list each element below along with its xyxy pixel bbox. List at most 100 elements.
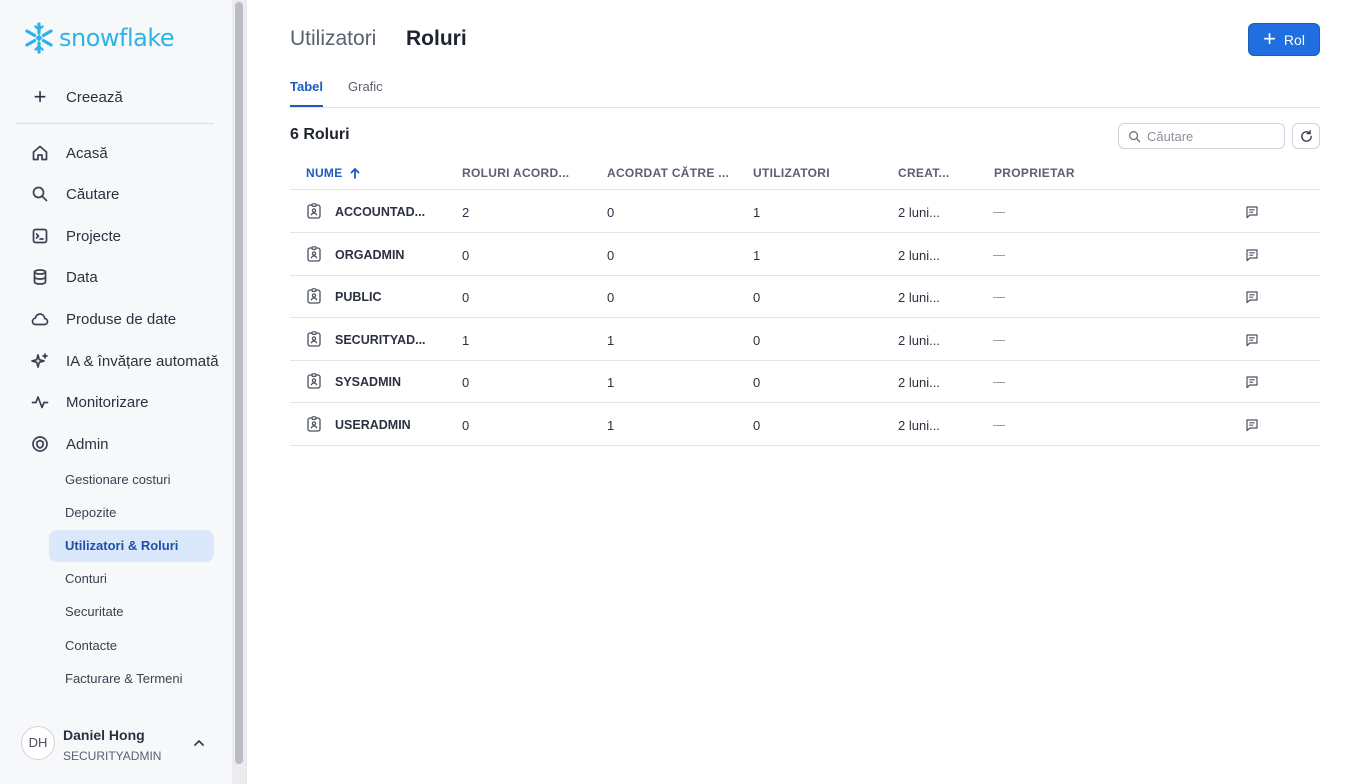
sidebar-item-label: Projecte bbox=[66, 227, 122, 245]
sidebar-item-monitoring[interactable]: Monitorizare bbox=[30, 390, 149, 414]
role-badge-icon bbox=[307, 330, 321, 347]
scrollbar-thumb[interactable] bbox=[235, 2, 243, 764]
sidebar-item-home[interactable]: Acasă bbox=[30, 141, 108, 165]
chevron-up-icon[interactable] bbox=[192, 736, 206, 750]
add-role-button[interactable]: + Rol bbox=[1248, 23, 1320, 56]
tab-table[interactable]: Tabel bbox=[290, 79, 323, 107]
column-header-granted-roles[interactable]: ROLURI ACORD... bbox=[462, 166, 569, 180]
role-name[interactable]: ACCOUNTAD... bbox=[335, 205, 425, 219]
users-count: 1 bbox=[753, 247, 761, 263]
sidebar-subitem-billing-terms[interactable]: Facturare & Termeni bbox=[49, 663, 214, 695]
user-name: Daniel Hong bbox=[63, 727, 145, 743]
granted-to-count: 1 bbox=[607, 375, 615, 390]
users-count: 0 bbox=[753, 417, 761, 433]
projects-icon bbox=[32, 228, 48, 244]
column-header-users[interactable]: UTILIZATORI bbox=[753, 166, 830, 180]
role-name[interactable]: SECURITYAD... bbox=[335, 333, 426, 347]
owner-empty-dash bbox=[993, 339, 1005, 341]
sidebar-item-search[interactable]: Căutare bbox=[30, 182, 119, 206]
table-row[interactable]: ACCOUNTAD... 2 0 1 2 luni... bbox=[290, 191, 1320, 233]
table-row[interactable]: ORGADMIN 0 0 1 2 luni... bbox=[290, 234, 1320, 276]
user-menu[interactable]: DH Daniel Hong SECURITYADMIN bbox=[21, 726, 221, 766]
tab-roles-title[interactable]: Roluri bbox=[406, 27, 467, 51]
sort-ascending-icon bbox=[350, 168, 359, 179]
activity-icon bbox=[31, 396, 49, 409]
sidebar-item-label: Data bbox=[66, 268, 98, 286]
role-name[interactable]: USERADMIN bbox=[335, 418, 411, 432]
comment-icon[interactable] bbox=[1245, 375, 1259, 389]
sidebar-item-label: Monitorizare bbox=[66, 393, 149, 411]
tabs-divider bbox=[290, 107, 1320, 108]
table-row[interactable]: SECURITYAD... 1 1 0 2 luni... bbox=[290, 319, 1320, 361]
search-input[interactable] bbox=[1147, 128, 1277, 144]
tab-users-title[interactable]: Utilizatori bbox=[290, 27, 376, 51]
sidebar: snowflake + Creează Acasă Căutare Projec… bbox=[0, 0, 232, 784]
owner-empty-dash bbox=[993, 382, 1005, 383]
sidebar-item-admin[interactable]: Admin bbox=[30, 432, 109, 456]
granted-to-count: 0 bbox=[607, 290, 615, 305]
brand-name: snowflake bbox=[59, 24, 175, 52]
created-date: 2 luni... bbox=[898, 247, 940, 263]
sidebar-item-label: Acasă bbox=[66, 144, 108, 162]
snowflake-logo[interactable]: snowflake bbox=[22, 21, 175, 55]
table-row[interactable]: PUBLIC 0 0 0 2 luni... bbox=[290, 276, 1320, 318]
role-badge-icon bbox=[307, 203, 321, 219]
granted-roles-count: 0 bbox=[462, 375, 470, 390]
comment-icon[interactable] bbox=[1245, 205, 1259, 219]
column-header-name[interactable]: NUME bbox=[306, 166, 361, 180]
sidebar-subitem-users-roles[interactable]: Utilizatori & Roluri bbox=[49, 530, 214, 562]
sidebar-subitem-contacts[interactable]: Contacte bbox=[49, 630, 214, 662]
sidebar-subitem-security[interactable]: Securitate bbox=[49, 596, 214, 628]
table-row[interactable]: USERADMIN 0 1 0 2 luni... bbox=[290, 404, 1320, 446]
granted-to-count: 0 bbox=[607, 247, 615, 263]
comment-icon[interactable] bbox=[1245, 418, 1259, 432]
role-badge-icon bbox=[307, 373, 321, 389]
create-label: Creează bbox=[66, 88, 123, 106]
shield-icon bbox=[32, 436, 48, 452]
sidebar-item-data-products[interactable]: Produse de date bbox=[30, 307, 176, 331]
search-field[interactable] bbox=[1118, 123, 1285, 149]
granted-roles-count: 0 bbox=[462, 290, 470, 305]
role-name[interactable]: PUBLIC bbox=[335, 290, 382, 304]
role-name[interactable]: ORGADMIN bbox=[335, 248, 404, 262]
column-header-owner[interactable]: PROPRIETAR bbox=[994, 166, 1075, 180]
owner-empty-dash bbox=[993, 212, 1005, 213]
owner-empty-dash bbox=[993, 297, 1005, 298]
plus-icon: + bbox=[33, 84, 47, 109]
sidebar-item-data[interactable]: Data bbox=[30, 265, 98, 289]
create-button[interactable]: + Creează bbox=[30, 84, 123, 110]
comment-icon[interactable] bbox=[1245, 290, 1259, 304]
database-icon bbox=[33, 269, 47, 285]
granted-to-count: 1 bbox=[607, 417, 615, 433]
sidebar-subitem-warehouses[interactable]: Depozite bbox=[49, 497, 214, 529]
sidebar-scrollbar[interactable] bbox=[232, 0, 246, 784]
search-icon bbox=[32, 186, 48, 202]
search-icon bbox=[1129, 130, 1141, 142]
owner-empty-dash bbox=[993, 424, 1005, 426]
refresh-button[interactable] bbox=[1292, 123, 1320, 149]
sidebar-item-label: Căutare bbox=[66, 185, 120, 203]
table-row[interactable]: SYSADMIN 0 1 0 2 luni... bbox=[290, 361, 1320, 403]
roles-count: 6 Roluri bbox=[290, 126, 350, 143]
sidebar-subitem-accounts[interactable]: Conturi bbox=[49, 563, 214, 595]
column-header-created[interactable]: CREAT... bbox=[898, 166, 950, 180]
created-date: 2 luni... bbox=[898, 205, 940, 220]
comment-icon[interactable] bbox=[1245, 333, 1259, 347]
sidebar-item-ai-ml[interactable]: IA & învățare automată bbox=[30, 349, 219, 373]
tab-graph[interactable]: Grafic bbox=[348, 79, 383, 107]
role-name[interactable]: SYSADMIN bbox=[335, 375, 401, 389]
comment-icon[interactable] bbox=[1245, 248, 1259, 262]
granted-to-count: 0 bbox=[607, 205, 615, 220]
add-role-label: Rol bbox=[1283, 31, 1305, 48]
home-icon bbox=[32, 145, 48, 161]
column-header-label: NUME bbox=[306, 166, 343, 180]
column-header-granted-to[interactable]: ACORDAT CĂTRE ... bbox=[607, 166, 729, 180]
sidebar-item-label: Produse de date bbox=[66, 310, 177, 328]
created-date: 2 luni... bbox=[898, 375, 940, 390]
sidebar-item-projects[interactable]: Projecte bbox=[30, 224, 121, 248]
users-count: 1 bbox=[753, 205, 761, 220]
sidebar-subitem-cost-management[interactable]: Gestionare costuri bbox=[49, 464, 214, 496]
cloud-icon bbox=[31, 313, 49, 326]
users-count: 0 bbox=[753, 375, 761, 390]
users-count: 0 bbox=[753, 332, 761, 348]
